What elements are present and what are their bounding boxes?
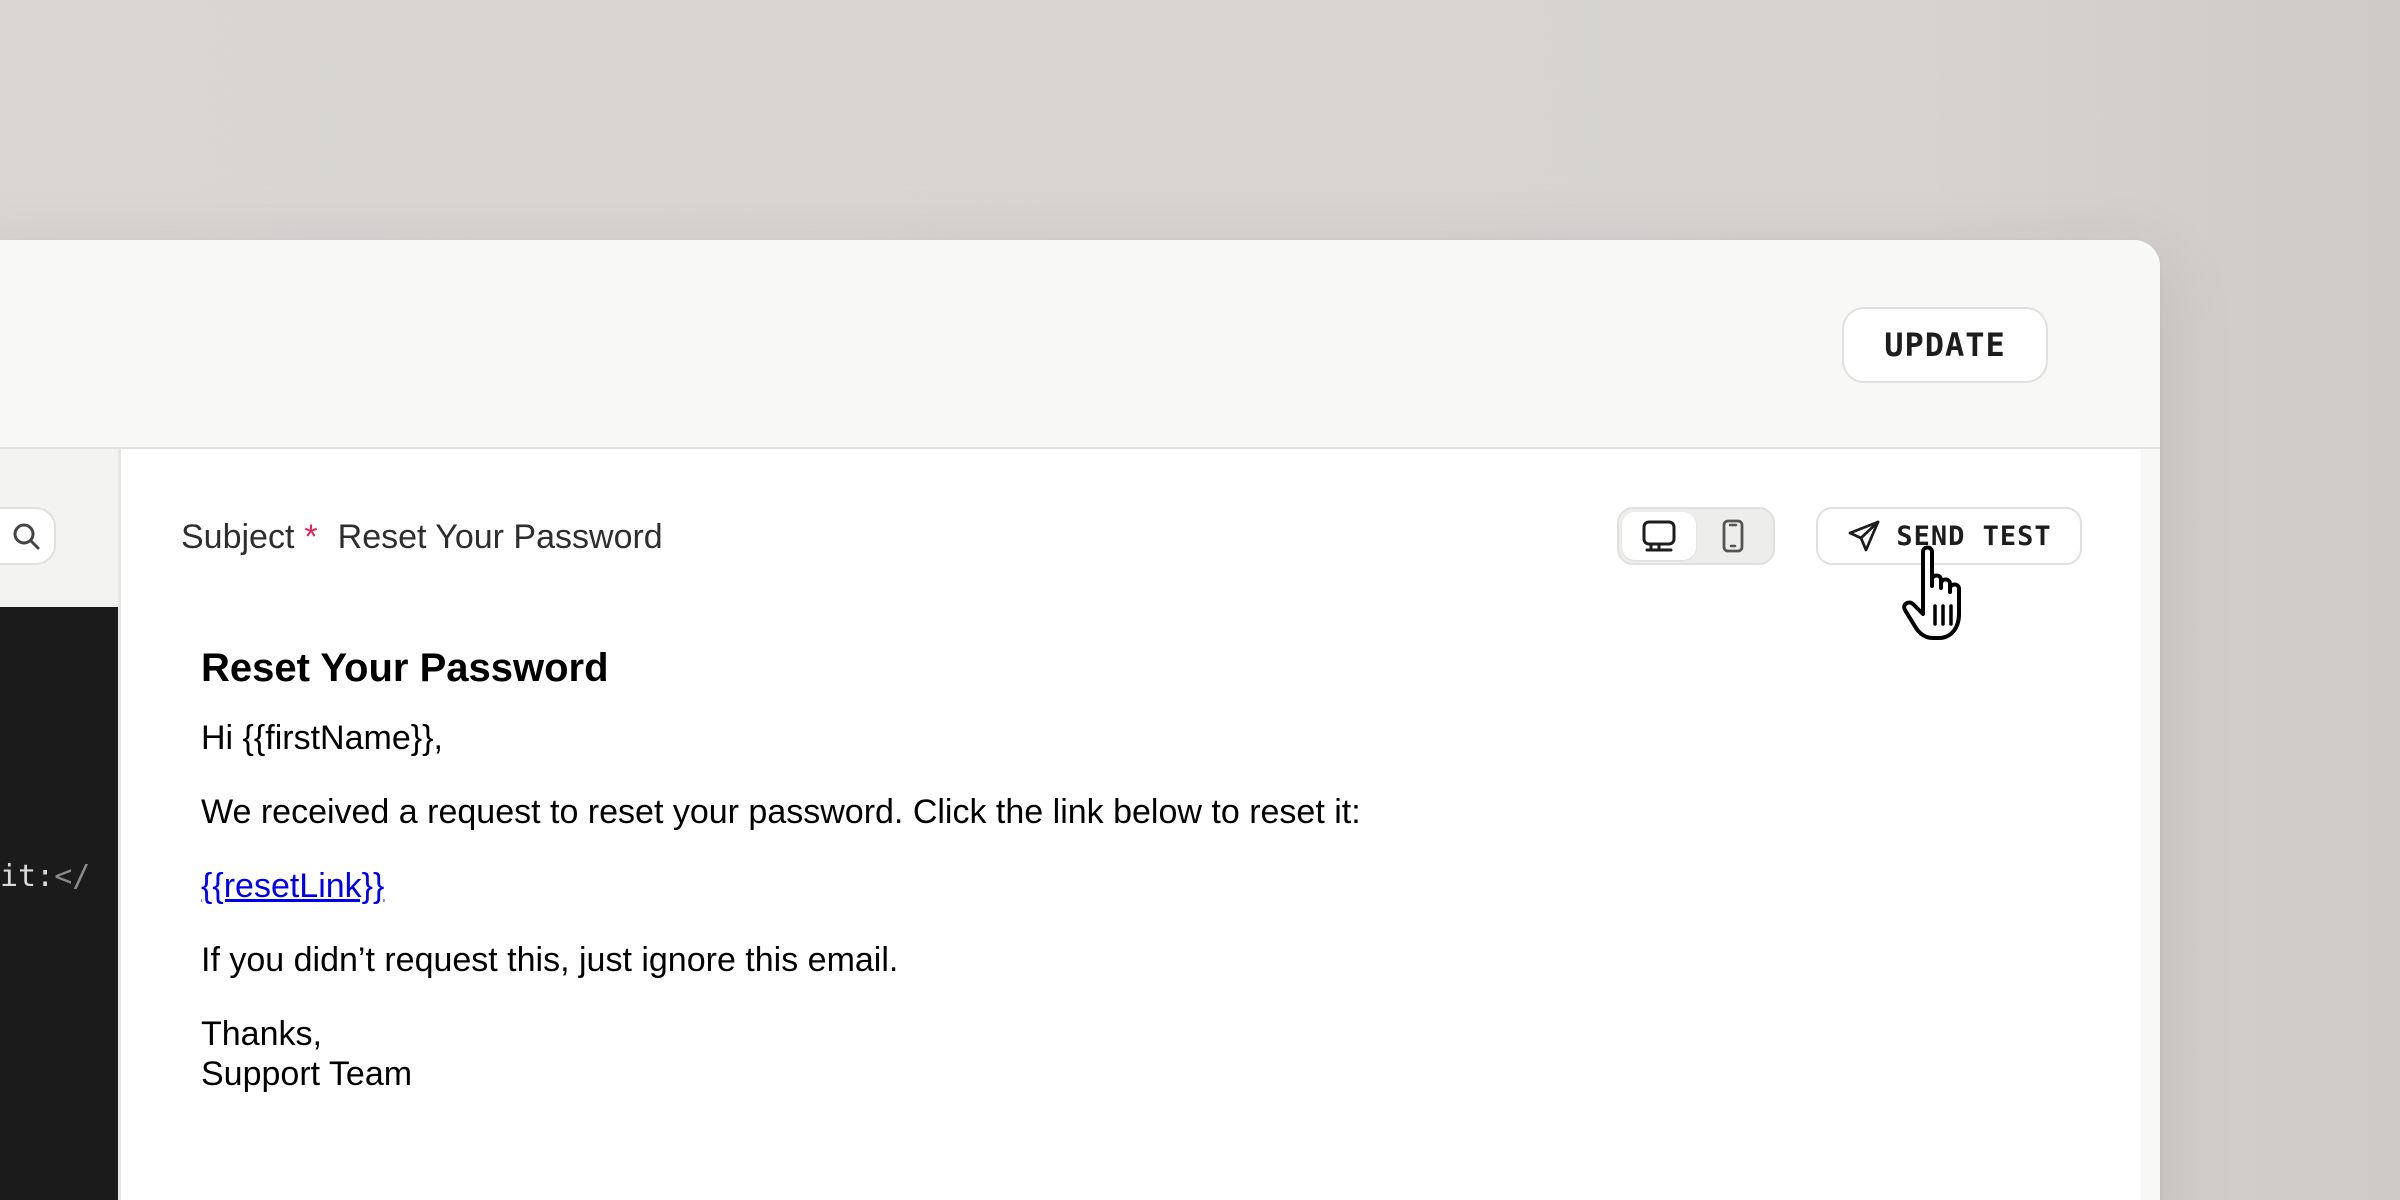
hand-cursor-icon <box>1902 545 1961 640</box>
subject-value: Reset Your Password <box>337 517 663 556</box>
code-tag-fragment: </ <box>54 859 91 894</box>
search-button[interactable] <box>0 507 56 565</box>
code-line: it:</ <box>0 859 90 894</box>
code-text-fragment: it: <box>0 859 55 894</box>
email-paragraph: We received a request to reset your pass… <box>201 793 1361 831</box>
paper-plane-icon <box>1848 520 1880 552</box>
editor-window: UPDATE it:</ Subject * Reset Your Passwo… <box>0 240 2160 1200</box>
required-marker: * <box>304 517 318 556</box>
reset-link[interactable]: {{resetLink}} <box>201 867 384 905</box>
code-editor-pane: it:</ <box>0 449 118 1200</box>
monitor-icon <box>1642 520 1676 552</box>
subject-row: Subject * Reset Your Password <box>181 507 663 567</box>
desktop-view-toggle[interactable] <box>1622 512 1696 560</box>
device-toggle <box>1617 507 1775 565</box>
phone-icon <box>1722 519 1744 553</box>
email-greeting: Hi {{firstName}}, <box>201 719 443 757</box>
email-paragraph: If you didn’t request this, just ignore … <box>201 941 899 979</box>
email-body: Reset Your Password Hi {{firstName}}, We… <box>201 644 2001 1128</box>
email-signature: Thanks, Support Team <box>201 1014 2001 1094</box>
email-signature-name: Support Team <box>201 1055 413 1093</box>
subject-label: Subject <box>181 517 295 556</box>
code-editor[interactable]: it:</ <box>0 607 118 1200</box>
update-button[interactable]: UPDATE <box>1842 307 2048 383</box>
email-heading: Reset Your Password <box>201 646 609 690</box>
email-preview-pane: Subject * Reset Your Password SEND TEST … <box>121 449 2141 1200</box>
email-signoff: Thanks, <box>201 1015 322 1053</box>
mobile-view-toggle[interactable] <box>1696 512 1770 560</box>
search-icon <box>13 523 40 550</box>
top-toolbar: UPDATE <box>0 240 2160 449</box>
